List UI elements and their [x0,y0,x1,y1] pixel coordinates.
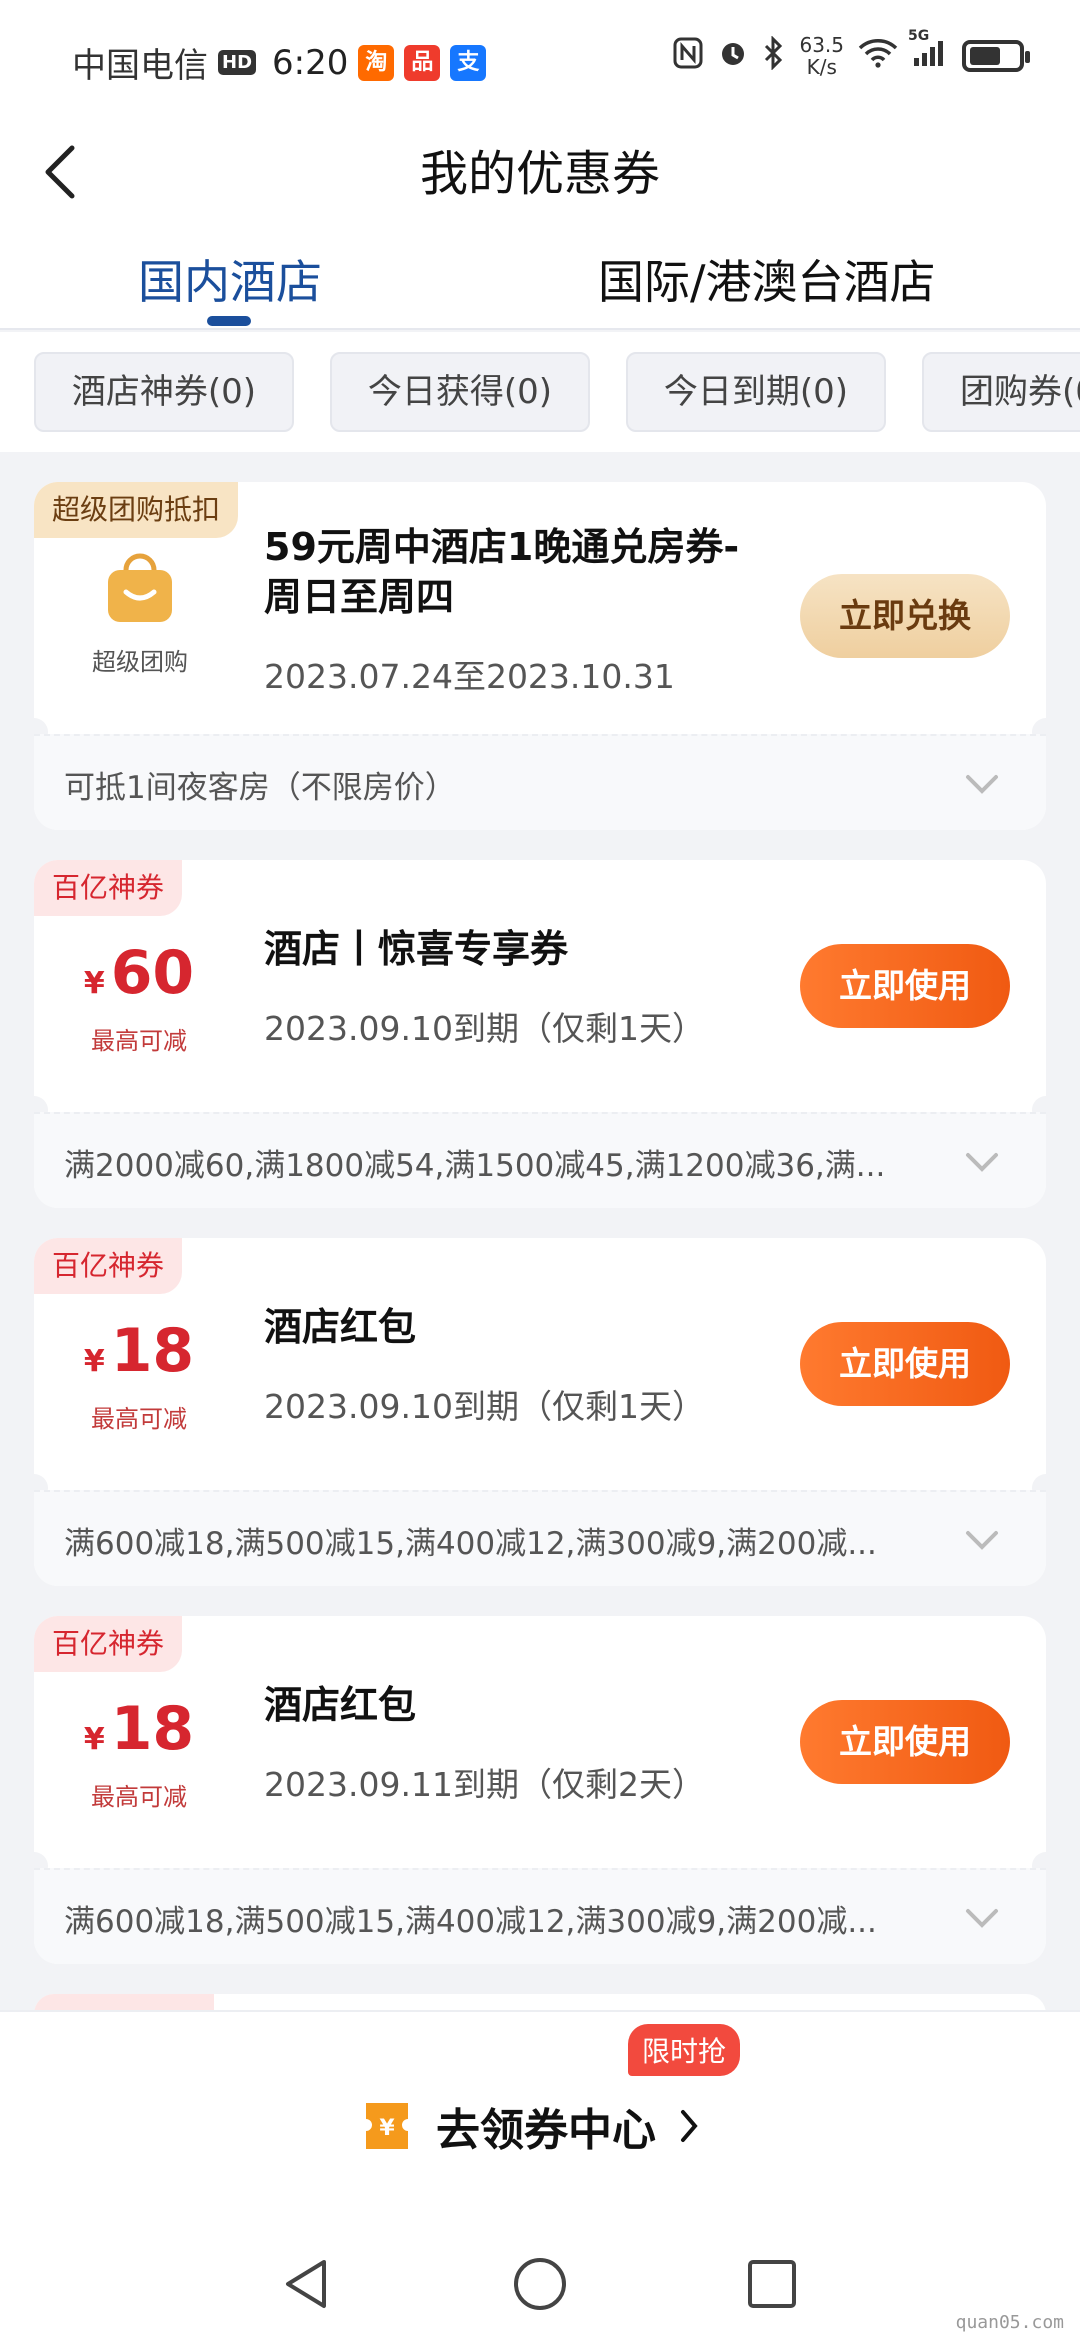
page-title: 我的优惠券 [419,146,660,202]
coupon-rules-row[interactable]: 可抵1间夜客房（不限房价） [34,734,1046,830]
hd-icon: HD [218,50,257,75]
chevron-right-icon [681,2110,698,2142]
status-bar: 中国电信 HD 6:20 淘 品 支 63.5 K/s 5G [0,0,1080,120]
coupon-rules: 满2000减60,满1800减54,满1500减45,满1200减36,满... [64,1148,886,1184]
coupon-center-link[interactable]: ¥ 去领券中心 [360,2094,702,2158]
limited-time-badge: 限时抢 [628,2024,741,2076]
amount-value: 18 [110,1316,195,1386]
amount-label: 最高可减 [91,1783,187,1811]
redeem-button[interactable]: 立即兑换 [800,574,1010,658]
chevron-down-icon[interactable] [964,1900,1000,1936]
status-right: 63.5 K/s 5G [673,28,1030,79]
wifi-icon [858,38,898,75]
coupon-tag: 百亿神券 [34,860,183,916]
nav-header: 我的优惠券 [0,120,1080,230]
coupon-card: 百亿神券 ¥18 最高可减 酒店红包 2023.09.11到期（仅剩2天） 立即… [34,1616,1046,1964]
coupon-card: 百亿神券 ¥18 最高可减 酒店红包 2023.09.10到期（仅剩1天） 立即… [34,1238,1046,1586]
coupon-rules-row[interactable]: 满600减18,满500减15,满400减12,满300减9,满200减... [34,1868,1046,1964]
coupon-date: 2023.09.10到期（仅剩1天） [264,1009,705,1048]
use-now-button[interactable]: 立即使用 [800,1322,1010,1406]
bluetooth-icon [763,34,785,77]
watermark: quan05.com [955,2312,1064,2333]
nfc-icon [673,37,703,76]
filter-bar: 酒店神券(0) 今日获得(0) 今日到期(0) 团购券(0) [0,332,1080,452]
coupon-rules: 满600减18,满500减15,满400减12,满300减9,满200减... [64,1526,877,1562]
amount-value: 60 [110,938,195,1008]
coupon-rules: 可抵1间夜客房（不限房价） [64,770,456,806]
chevron-down-icon[interactable] [964,1144,1000,1180]
signal-icon: 5G [908,28,948,75]
alipay-app-icon: 支 [450,44,487,81]
nav-back-icon[interactable] [278,2254,338,2314]
coupon-tag: 超级团购抵扣 [34,482,239,538]
network-speed: 63.5 K/s [799,33,844,79]
alarm-icon [717,37,749,76]
coupon-title: 酒店丨惊喜专享券 [264,927,569,971]
coupon-amount: ¥18 最高可减 [74,1316,204,1434]
coupon-tag: 百亿神券 [34,1238,183,1294]
coupon-center-bar: ¥ 去领券中心 限时抢 [0,2010,1080,2230]
system-nav-bar [0,2230,1080,2340]
filter-chip-hotel-coupon[interactable]: 酒店神券(0) [34,352,294,432]
carrier-name: 中国电信 [72,46,208,86]
filter-chip-today-expiring[interactable]: 今日到期(0) [626,352,886,432]
taobao-app-icon: 淘 [358,44,395,81]
tab-domestic-hotel[interactable]: 国内酒店 [138,246,322,312]
coupon-title: 59元周中酒店1晚通兑房券-周日至周四 [264,525,740,619]
amount-value: 18 [110,1694,195,1764]
filter-chip-group-buy[interactable]: 团购券(0) [922,352,1080,432]
coupon-date: 2023.07.24至2023.10.31 [264,657,675,696]
coupon-badge: 超级团购 [80,548,200,677]
amount-label: 最高可减 [91,1027,187,1055]
filter-chip-today-received[interactable]: 今日获得(0) [330,352,590,432]
nav-home-icon[interactable] [510,2254,570,2314]
coupon-rules-row[interactable]: 满2000减60,满1800减54,满1500减45,满1200减36,满... [34,1112,1046,1208]
tab-international-hotel[interactable]: 国际/港澳台酒店 [598,246,936,312]
coupon-badge-label: 超级团购 [92,648,188,676]
status-left: 中国电信 HD 6:20 淘 品 支 [72,38,487,87]
clock: 6:20 [272,42,349,83]
coupon-ticket-icon: ¥ [366,2103,408,2149]
use-now-button[interactable]: 立即使用 [800,944,1010,1028]
coupon-title: 酒店红包 [264,1305,417,1349]
coupon-amount: ¥60 最高可减 [74,938,204,1056]
pinduoduo-app-icon: 品 [404,44,441,81]
coupon-title: 酒店红包 [264,1683,417,1727]
coupon-card: 超级团购抵扣 超级团购 59元周中酒店1晚通兑房券-周日至周四 2023.07.… [34,482,1046,830]
coupon-tag: 百亿神券 [34,1616,183,1672]
coupon-center-label: 去领券中心 [436,2105,656,2156]
coupon-date: 2023.09.11到期（仅剩2天） [264,1765,705,1804]
coupon-rules-row[interactable]: 满600减18,满500减15,满400减12,满300减9,满200减... [34,1490,1046,1586]
amount-label: 最高可减 [91,1405,187,1433]
battery-icon [962,40,1030,72]
tab-bar: 国内酒店 国际/港澳台酒店 [0,230,1080,330]
chevron-down-icon[interactable] [964,766,1000,802]
use-now-button[interactable]: 立即使用 [800,1700,1010,1784]
coupon-card: 百亿神券 ¥60 最高可减 酒店丨惊喜专享券 2023.09.10到期（仅剩1天… [34,860,1046,1208]
active-tab-indicator [207,316,251,326]
coupon-rules: 满600减18,满500减15,满400减12,满300减9,满200减... [64,1904,877,1940]
chevron-down-icon[interactable] [964,1522,1000,1558]
coupon-amount: ¥18 最高可减 [74,1694,204,1812]
nav-recents-icon[interactable] [742,2254,802,2314]
svg-text:¥: ¥ [379,2116,395,2141]
coupon-date: 2023.09.10到期（仅剩1天） [264,1387,705,1426]
shopping-bag-icon [108,553,172,622]
